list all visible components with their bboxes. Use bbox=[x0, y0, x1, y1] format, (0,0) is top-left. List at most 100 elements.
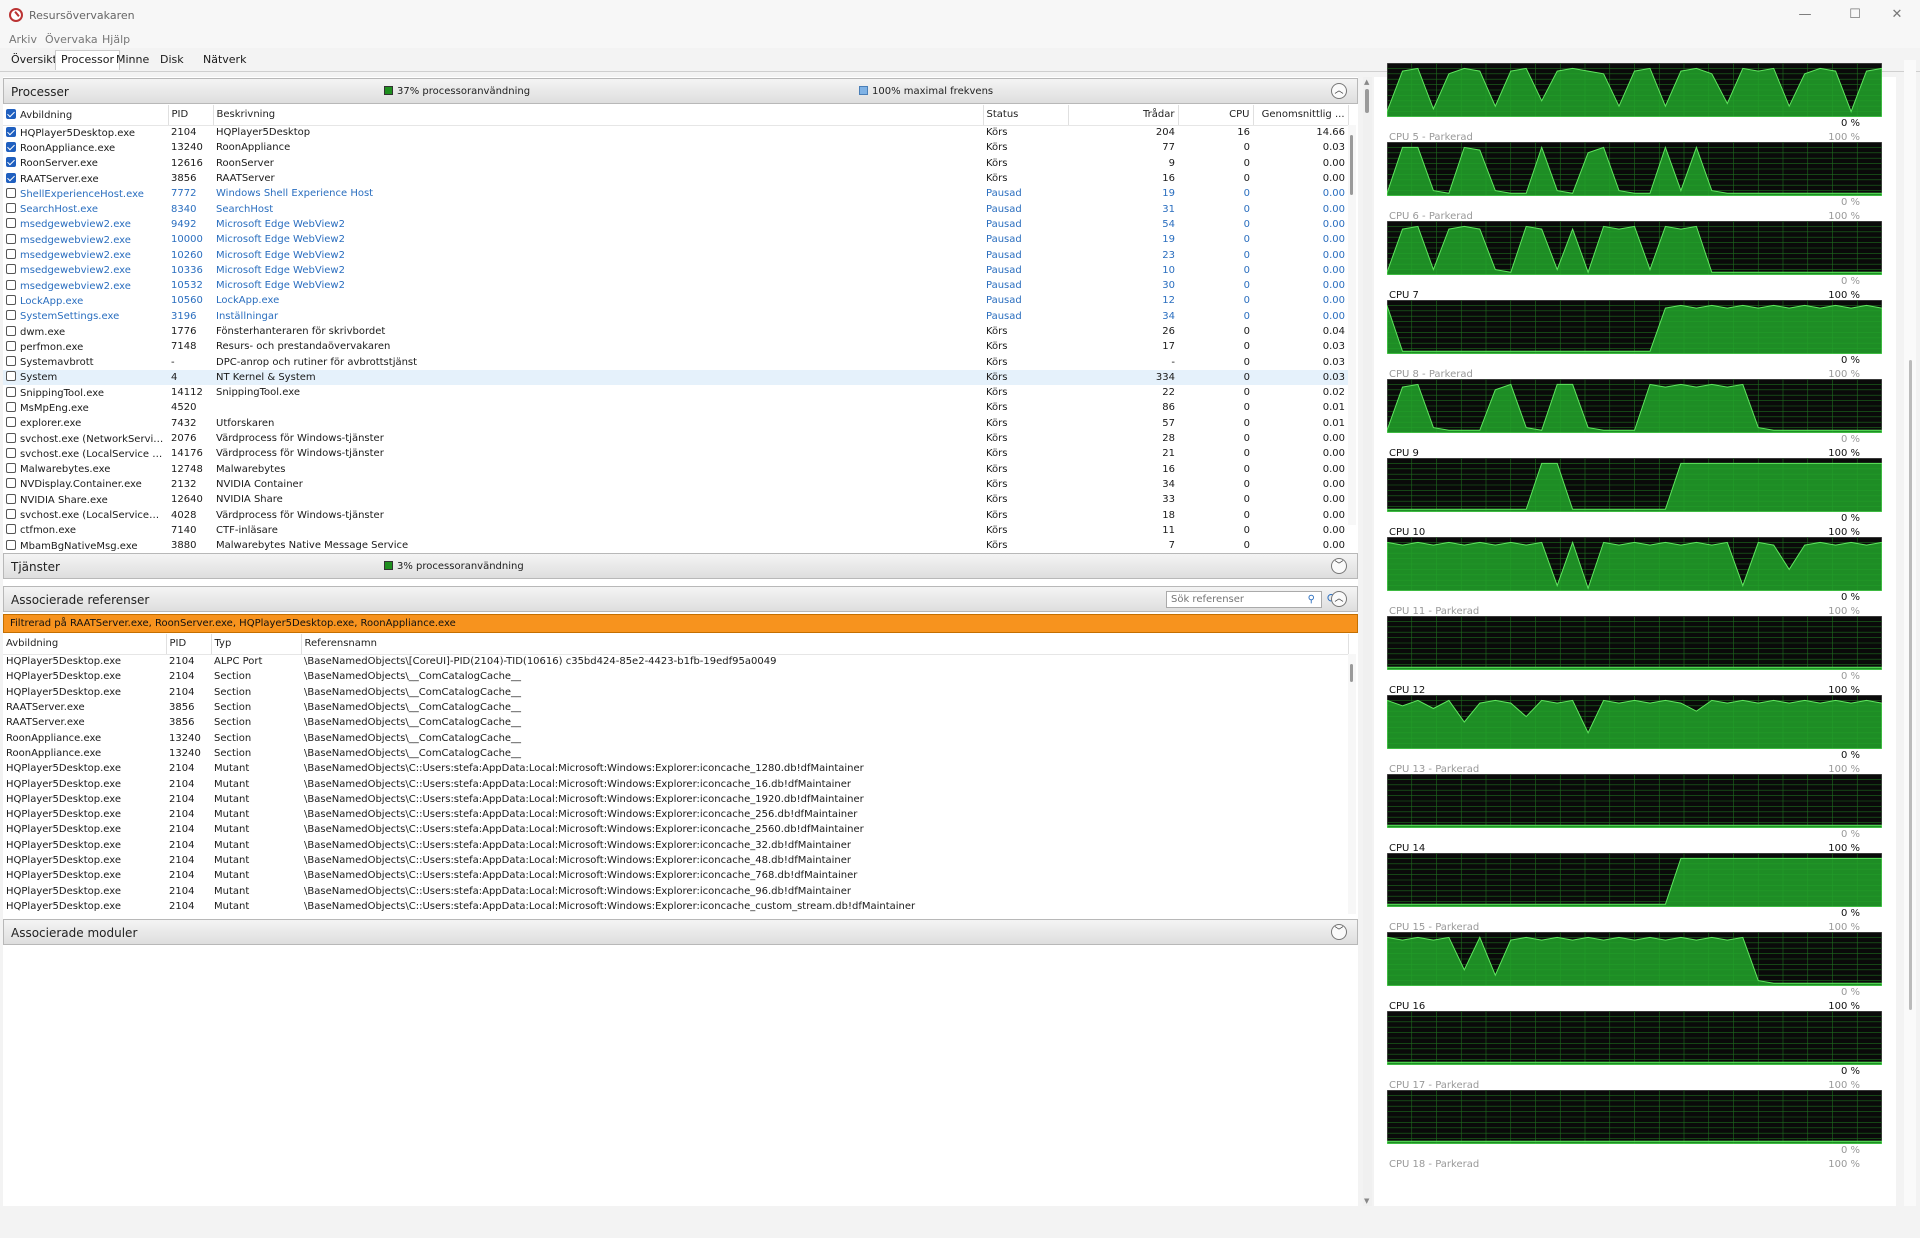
process-checkbox[interactable] bbox=[6, 157, 16, 168]
process-row[interactable]: RAATServer.exe 3856 RAATServer Körs 16 0 0.00 bbox=[3, 171, 1348, 186]
process-image[interactable]: RoonAppliance.exe bbox=[3, 140, 168, 155]
process-row[interactable]: dwm.exe 1776 Fönsterhanteraren för skrivbo… bbox=[3, 324, 1348, 339]
process-image[interactable]: System bbox=[3, 369, 168, 386]
process-row[interactable]: MbamBgNativeMsg.exe 3880 Malwarebytes Nati… bbox=[3, 538, 1348, 553]
handle-row[interactable]: HQPlayer5Desktop.exe 2104 Mutant \BaseNamed… bbox=[3, 776, 1348, 791]
process-row[interactable]: svchost.exe (LocalServiceNo... 4028 Värdpr… bbox=[3, 507, 1348, 522]
process-checkbox[interactable] bbox=[6, 126, 16, 137]
services-header[interactable]: Tjänster 3% processoranvändning ﹀ bbox=[3, 553, 1358, 579]
process-checkbox[interactable] bbox=[6, 187, 16, 198]
modules-header[interactable]: Associerade moduler ﹀ bbox=[3, 919, 1358, 945]
process-row[interactable]: msedgewebview2.exe 10336 Microsoft Edge We… bbox=[3, 263, 1348, 278]
search-handles-box[interactable]: ⚲ bbox=[1166, 591, 1322, 608]
process-row[interactable]: HQPlayer5Desktop.exe 2104 HQPlayer5Desktop… bbox=[3, 125, 1348, 140]
process-row[interactable]: msedgewebview2.exe 10000 Microsoft Edge We… bbox=[3, 232, 1348, 247]
process-checkbox[interactable] bbox=[6, 172, 16, 183]
process-row[interactable]: svchost.exe (LocalService -p) 14176 Värdpr… bbox=[3, 446, 1348, 461]
menu-file[interactable]: Arkiv bbox=[9, 33, 37, 46]
tab-overview[interactable]: Översikt bbox=[11, 53, 57, 66]
handle-row[interactable]: HQPlayer5Desktop.exe 2104 Mutant \BaseNamed… bbox=[3, 883, 1348, 898]
handle-row[interactable]: HQPlayer5Desktop.exe 2104 Section \BaseName… bbox=[3, 669, 1348, 684]
process-checkbox[interactable] bbox=[6, 386, 16, 397]
expand-modules-icon[interactable]: ﹀ bbox=[1331, 924, 1347, 940]
process-row[interactable]: NVDisplay.Container.exe 2132 NVIDIA Contai… bbox=[3, 477, 1348, 492]
process-row[interactable]: RoonServer.exe 12616 RoonServer Körs 9 0 0.00 bbox=[3, 156, 1348, 171]
process-checkbox[interactable] bbox=[6, 203, 16, 214]
process-checkbox[interactable] bbox=[6, 249, 16, 260]
handles-scrollbar[interactable] bbox=[1348, 654, 1356, 914]
process-image[interactable]: MbamBgNativeMsg.exe bbox=[3, 538, 168, 553]
process-image[interactable]: msedgewebview2.exe bbox=[3, 232, 168, 247]
process-image[interactable]: msedgewebview2.exe bbox=[3, 247, 168, 262]
process-checkbox[interactable] bbox=[6, 141, 16, 152]
process-checkbox[interactable] bbox=[6, 233, 16, 244]
tab-processor[interactable]: Processor bbox=[55, 50, 120, 70]
minimize-button[interactable]: — bbox=[1782, 0, 1828, 30]
process-checkbox[interactable] bbox=[6, 417, 16, 428]
process-checkbox[interactable] bbox=[6, 539, 16, 550]
process-checkbox[interactable] bbox=[6, 310, 16, 321]
process-checkbox[interactable] bbox=[6, 493, 16, 504]
process-row[interactable]: svchost.exe (NetworkService... 2076 Värdpr… bbox=[3, 431, 1348, 446]
process-image[interactable]: dwm.exe bbox=[3, 324, 168, 339]
process-row[interactable]: msedgewebview2.exe 10260 Microsoft Edge We… bbox=[3, 247, 1348, 262]
graphs-scroll-thumb[interactable] bbox=[1365, 89, 1369, 113]
handle-row[interactable]: HQPlayer5Desktop.exe 2104 Mutant \BaseNamed… bbox=[3, 868, 1348, 883]
col-handle-pid[interactable]: PID bbox=[166, 634, 212, 655]
process-row[interactable]: explorer.exe 7432 Utforskaren Körs 57 0 0.01 bbox=[3, 416, 1348, 431]
process-row[interactable]: ShellExperienceHost.exe 7772 Windows Shell… bbox=[3, 186, 1348, 201]
handle-row[interactable]: HQPlayer5Desktop.exe 2104 Mutant \BaseNamed… bbox=[3, 838, 1348, 853]
process-image[interactable]: msedgewebview2.exe bbox=[3, 278, 168, 293]
graphs-scrollbar[interactable]: ▲ ▼ bbox=[1363, 77, 1372, 1206]
process-row[interactable]: ctfmon.exe 7140 CTF-inläsare Körs 11 0 0.00 bbox=[3, 523, 1348, 538]
process-checkbox[interactable] bbox=[6, 371, 16, 382]
process-image[interactable]: NVDisplay.Container.exe bbox=[3, 477, 168, 492]
collapse-processes-icon[interactable]: ︿ bbox=[1331, 83, 1347, 99]
process-image[interactable]: explorer.exe bbox=[3, 416, 168, 431]
col-image[interactable]: Avbildning bbox=[3, 105, 169, 126]
process-image[interactable]: svchost.exe (LocalServiceNo... bbox=[3, 507, 168, 522]
process-checkbox[interactable] bbox=[6, 325, 16, 336]
handle-row[interactable]: RoonAppliance.exe 13240 Section \BaseNamedO… bbox=[3, 746, 1348, 761]
process-row[interactable]: SystemSettings.exe 3196 Inställningar Pausa… bbox=[3, 309, 1348, 324]
menu-help[interactable]: Hjälp bbox=[102, 33, 130, 46]
handle-row[interactable]: HQPlayer5Desktop.exe 2104 Mutant \BaseNamed… bbox=[3, 807, 1348, 822]
handle-row[interactable]: HQPlayer5Desktop.exe 2104 Section \BaseName… bbox=[3, 685, 1348, 700]
handles-scroll-thumb[interactable] bbox=[1350, 664, 1353, 682]
col-description[interactable]: Beskrivning bbox=[213, 105, 984, 126]
scroll-down-icon[interactable]: ▼ bbox=[1364, 1197, 1369, 1205]
expand-services-icon[interactable]: ﹀ bbox=[1331, 558, 1347, 574]
window-scroll-thumb[interactable] bbox=[1909, 360, 1912, 1010]
select-all-checkbox[interactable] bbox=[6, 108, 16, 119]
process-checkbox[interactable] bbox=[6, 478, 16, 489]
process-row[interactable]: SnippingTool.exe 14112 SnippingTool.exe Kör… bbox=[3, 385, 1348, 400]
process-image[interactable]: svchost.exe (NetworkService... bbox=[3, 431, 168, 446]
process-checkbox[interactable] bbox=[6, 264, 16, 275]
processes-scroll-thumb[interactable] bbox=[1350, 135, 1353, 195]
process-row[interactable]: perfmon.exe 7148 Resurs- och prestandaöver… bbox=[3, 339, 1348, 354]
process-row[interactable]: NVIDIA Share.exe 12640 NVIDIA Share Körs 33 0… bbox=[3, 492, 1348, 507]
col-avg-cpu[interactable]: Genomsnittlig ... bbox=[1253, 105, 1349, 126]
process-checkbox[interactable] bbox=[6, 356, 16, 367]
process-row[interactable]: LockApp.exe 10560 LockApp.exe Pausad 12 0 0.00 bbox=[3, 293, 1348, 308]
handle-row[interactable]: RAATServer.exe 3856 Section \BaseNamedObjec… bbox=[3, 715, 1348, 730]
process-checkbox[interactable] bbox=[6, 509, 16, 520]
process-image[interactable]: SnippingTool.exe bbox=[3, 385, 168, 400]
col-handle-image[interactable]: Avbildning bbox=[3, 634, 167, 655]
process-checkbox[interactable] bbox=[6, 218, 16, 229]
process-checkbox[interactable] bbox=[6, 463, 16, 474]
process-image[interactable]: MsMpEng.exe bbox=[3, 400, 168, 415]
col-handle-name[interactable]: Referensnamn bbox=[301, 634, 1349, 655]
process-checkbox[interactable] bbox=[6, 340, 16, 351]
processes-scrollbar[interactable] bbox=[1348, 125, 1356, 525]
process-image[interactable]: RoonServer.exe bbox=[3, 156, 168, 171]
process-image[interactable]: perfmon.exe bbox=[3, 339, 168, 354]
handle-row[interactable]: HQPlayer5Desktop.exe 2104 Mutant \BaseNamed… bbox=[3, 822, 1348, 837]
window-scrollbar[interactable] bbox=[1904, 60, 1916, 1206]
col-handle-type[interactable]: Typ bbox=[211, 634, 302, 655]
handle-row[interactable]: HQPlayer5Desktop.exe 2104 ALPC Port \BaseNa… bbox=[3, 654, 1348, 669]
handle-row[interactable]: HQPlayer5Desktop.exe 2104 Mutant \BaseNamed… bbox=[3, 792, 1348, 807]
handle-row[interactable]: HQPlayer5Desktop.exe 2104 Mutant \BaseNamed… bbox=[3, 899, 1348, 914]
process-image[interactable]: ctfmon.exe bbox=[3, 523, 168, 538]
handle-row[interactable]: HQPlayer5Desktop.exe 2104 Mutant \BaseNamed… bbox=[3, 761, 1348, 776]
